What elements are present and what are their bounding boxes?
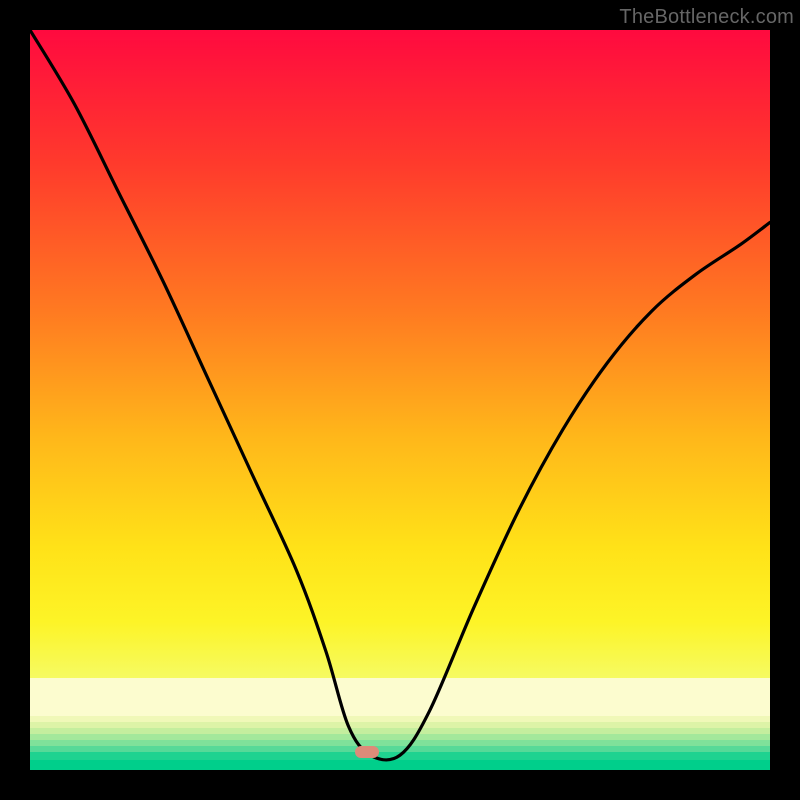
plot-area: [30, 30, 770, 770]
chart-stage: TheBottleneck.com: [0, 0, 800, 800]
bottleneck-curve: [30, 30, 770, 770]
watermark-text: TheBottleneck.com: [619, 6, 794, 29]
optimum-marker: [355, 746, 379, 758]
